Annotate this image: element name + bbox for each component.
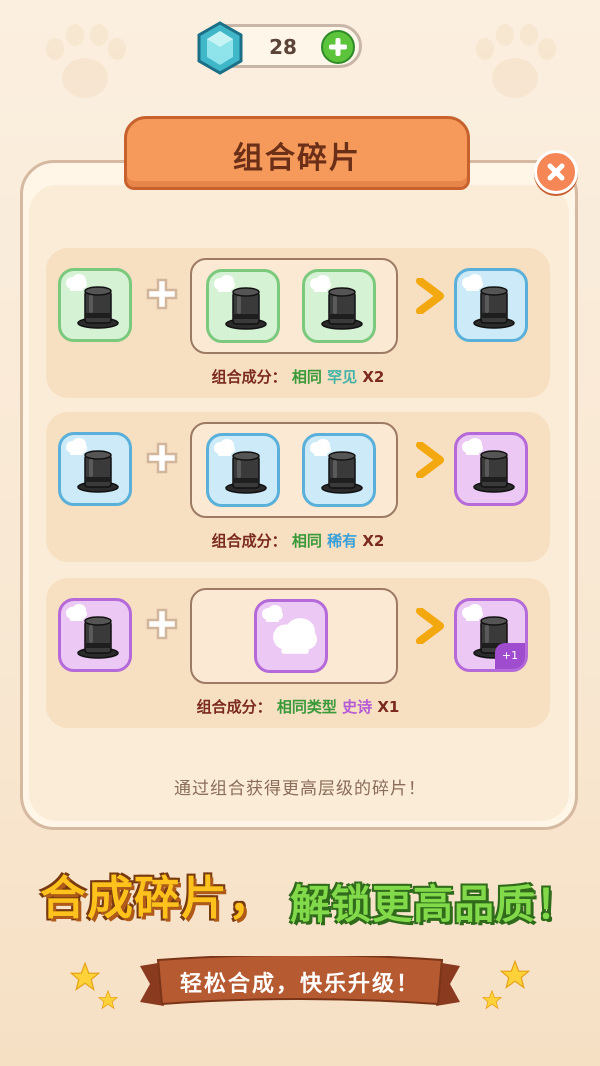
close-button[interactable] <box>534 150 578 194</box>
chef-hat-icon <box>273 618 317 654</box>
gem-icon <box>197 21 243 75</box>
gem-count: 28 <box>269 35 297 59</box>
top-hat-icon <box>225 451 267 494</box>
star-icon <box>500 960 530 989</box>
dialog-hint: 通过组合获得更高层级的碎片！ <box>174 779 426 799</box>
fragment-tile-source[interactable] <box>58 598 132 672</box>
fragment-tile-source[interactable] <box>58 432 132 506</box>
plus-icon <box>146 608 178 640</box>
add-gems-button[interactable] <box>321 30 355 64</box>
recipe-formula: 组合成分： 相同 稀有 X2 <box>211 532 385 550</box>
slogan-secondary: 解锁更高品质！ <box>290 882 577 928</box>
arrow-right-icon <box>416 442 444 478</box>
top-hat-icon <box>77 616 119 659</box>
slogan-primary: 合成碎片， <box>40 871 275 925</box>
recipe-row-epic-prep: 组合成分： 相同 稀有 X2 <box>46 412 550 562</box>
recipe-row-epic: +1 组合成分： 相同类型 史诗 X1 <box>46 578 550 728</box>
top-hat-icon <box>77 286 119 329</box>
recipe-formula: 组合成分： 相同类型 史诗 X1 <box>196 698 400 716</box>
fragment-tile-ingredient[interactable] <box>302 433 376 507</box>
fragment-tile-result[interactable] <box>454 268 528 342</box>
dialog-title-tab: 组合碎片 <box>124 116 470 190</box>
fragment-tile-ingredient[interactable] <box>206 433 280 507</box>
plus-icon <box>146 442 178 474</box>
top-hat-icon <box>225 287 267 330</box>
arrow-right-icon <box>416 608 444 644</box>
plus-icon <box>146 278 178 310</box>
fragment-tile-ingredient[interactable] <box>302 269 376 343</box>
star-icon <box>482 990 502 1010</box>
dialog-title: 组合碎片 <box>233 141 361 176</box>
ribbon-text: 轻松合成，快乐升级！ <box>179 972 420 997</box>
ingredient-group <box>190 422 398 518</box>
top-hat-icon <box>473 450 515 493</box>
top-hat-icon <box>77 450 119 493</box>
star-icon <box>70 962 100 991</box>
fragment-tile-result[interactable]: +1 <box>454 598 528 672</box>
bonus-badge: +1 <box>495 643 525 669</box>
recipe-formula: 组合成分： 相同 罕见 X2 <box>211 368 385 386</box>
fragment-tile-result[interactable] <box>454 432 528 506</box>
top-hat-icon <box>473 286 515 329</box>
recipe-row-rare: 组合成分： 相同 罕见 X2 <box>46 248 550 398</box>
arrow-right-icon <box>416 278 444 314</box>
fragment-tile-ingredient[interactable] <box>206 269 280 343</box>
fragment-tile-any-type[interactable] <box>254 599 328 673</box>
paw-print-decoration <box>40 20 130 110</box>
star-icon <box>98 990 118 1010</box>
top-hat-icon <box>321 287 363 330</box>
fragment-tile-source[interactable] <box>58 268 132 342</box>
ingredient-group <box>190 588 398 684</box>
top-hat-icon <box>321 451 363 494</box>
paw-print-decoration <box>470 20 560 110</box>
ingredient-group <box>190 258 398 354</box>
gem-counter: 28 <box>197 21 362 75</box>
